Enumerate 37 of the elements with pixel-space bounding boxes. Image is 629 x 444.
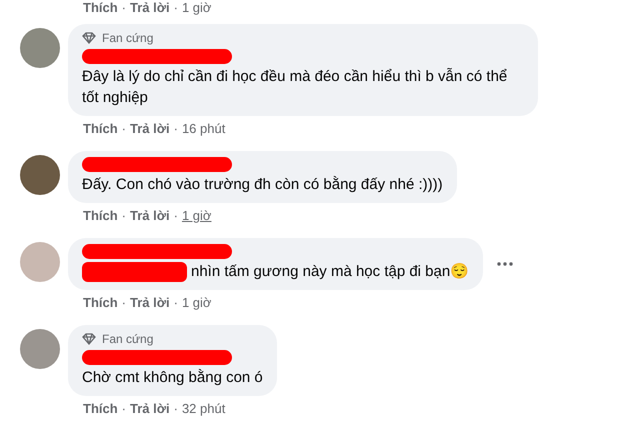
like-link[interactable]: Thích <box>83 121 118 137</box>
separator-dot: · <box>174 295 178 311</box>
reply-link[interactable]: Trả lời <box>130 208 170 224</box>
avatar[interactable] <box>20 329 60 369</box>
like-link[interactable]: Thích <box>83 0 118 16</box>
diamond-icon <box>82 333 96 345</box>
separator-dot: · <box>122 295 126 311</box>
separator-dot: · <box>122 208 126 224</box>
timestamp-link[interactable]: 1 giờ <box>182 208 212 224</box>
separator-dot: · <box>174 208 178 224</box>
reply-link[interactable]: Trả lời <box>130 401 170 417</box>
timestamp-link[interactable]: 32 phút <box>182 401 226 417</box>
diamond-icon <box>82 32 96 44</box>
comment-text: Đấy. Con chó vào trường đh còn có bằng đấy nhé :)))) <box>82 175 443 195</box>
separator-dot: · <box>174 401 178 417</box>
reply-link[interactable]: Trả lời <box>130 121 170 137</box>
separator-dot: · <box>174 0 178 16</box>
separator-dot: · <box>122 401 126 417</box>
separator-dot: · <box>122 0 126 16</box>
reply-link[interactable]: Trả lời <box>130 0 170 16</box>
badge-label: Fan cứng <box>102 30 154 46</box>
comment-text: nhìn tấm gương này mà học tập đi bạn😌 <box>191 262 470 282</box>
separator-dot: · <box>174 121 178 137</box>
reply-link[interactable]: Trả lời <box>130 295 170 311</box>
separator-dot: · <box>122 121 126 137</box>
avatar[interactable] <box>20 28 60 68</box>
comment-text: Đây là lý do chỉ cần đi học đều mà đéo cần hiểu thì b vẫn có thể tốt nghiệp <box>82 67 508 108</box>
avatar[interactable] <box>20 155 60 195</box>
like-link[interactable]: Thích <box>83 208 118 224</box>
timestamp-link[interactable]: 1 giờ <box>182 295 212 311</box>
badge-label: Fan cứng <box>102 331 154 347</box>
timestamp-link[interactable]: 16 phút <box>182 121 226 137</box>
more-options-icon[interactable] <box>497 262 514 266</box>
comment-text: Chờ cmt không bằng con ó <box>82 368 263 388</box>
like-link[interactable]: Thích <box>83 295 118 311</box>
like-link[interactable]: Thích <box>83 401 118 417</box>
timestamp-link[interactable]: 1 giờ <box>182 0 212 16</box>
